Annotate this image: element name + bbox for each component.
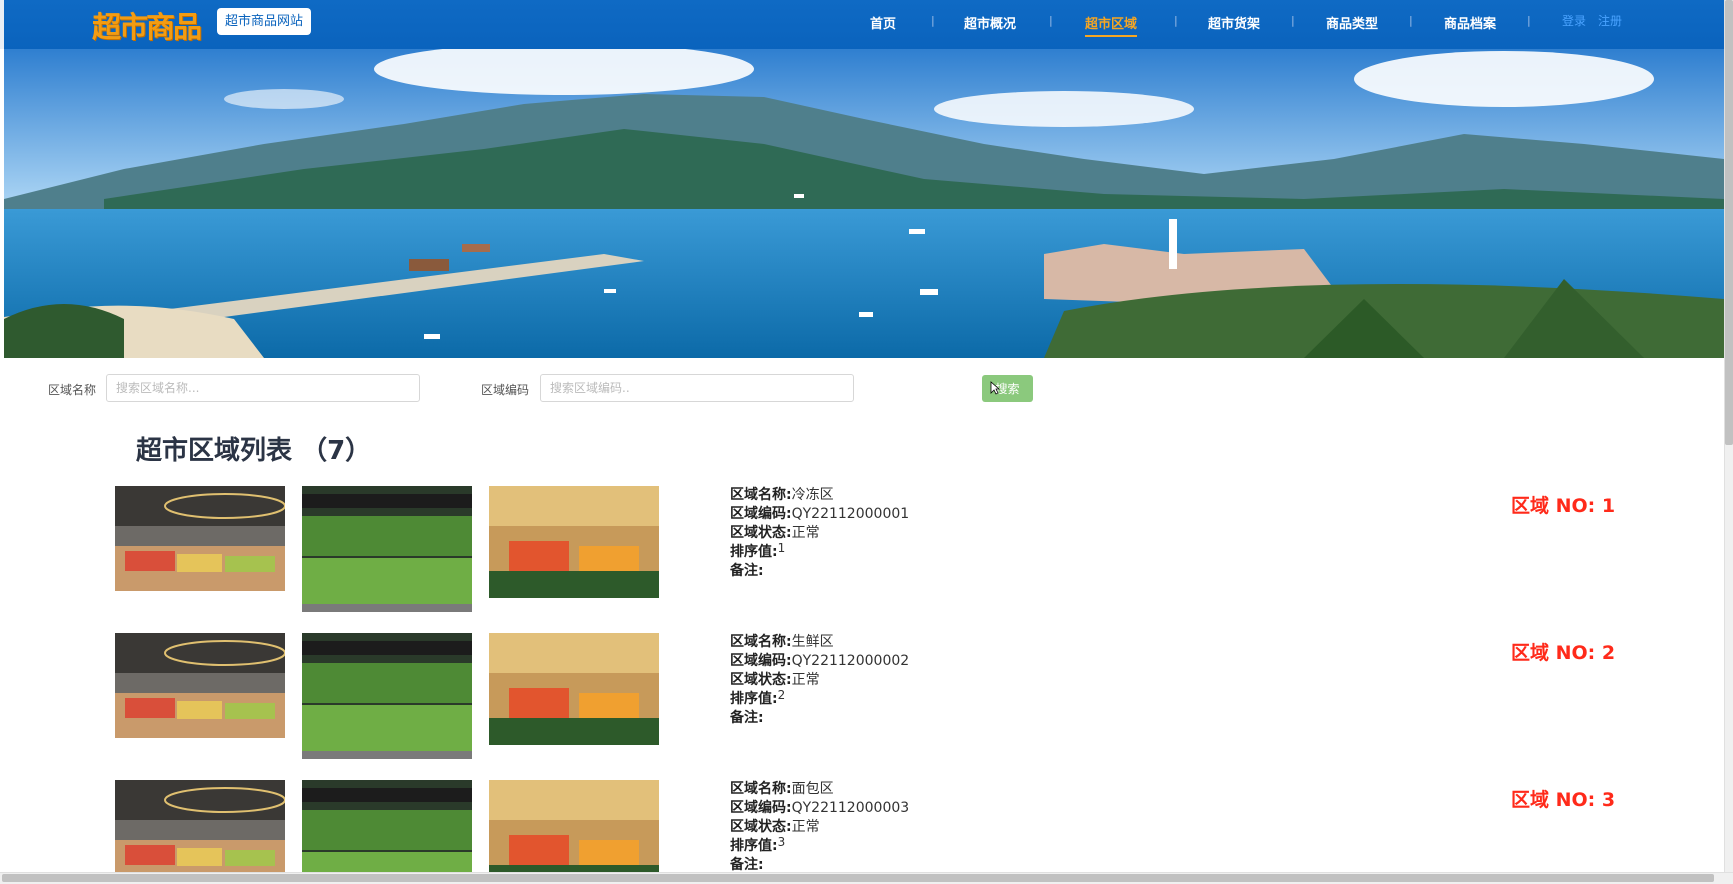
area-sort-line: 排序值:3 — [730, 835, 909, 856]
fruit-store-photo — [115, 486, 285, 591]
nav-separator: | — [1174, 14, 1178, 27]
banner-image — [4, 49, 1724, 358]
vegetable-shelf-photo — [302, 486, 472, 612]
area-image-produce[interactable] — [489, 486, 659, 598]
area-sort-value: 1 — [777, 541, 786, 555]
banner-seascape — [4, 49, 1724, 358]
area-info: 区域名称:面包区 区域编码:QY22112000003 区域状态:正常 排序值:… — [730, 780, 909, 872]
fruit-store-photo — [115, 633, 285, 738]
nav-separator: | — [1049, 14, 1053, 27]
area-name-search-input[interactable] — [106, 374, 420, 402]
top-navbar: 超市商品 超市商品网站 首页 | 超市概况 | 超市区域 | 超市货架 | 商品… — [0, 0, 1724, 49]
area-name-value: 冷冻区 — [791, 487, 834, 503]
area-name-label: 区域名称 — [48, 383, 97, 397]
area-code-value: QY22112000001 — [791, 506, 910, 522]
produce-section-photo — [489, 633, 659, 745]
area-status-line: 区域状态:正常 — [730, 818, 909, 837]
area-sort-key: 排序值: — [730, 838, 778, 854]
area-code-key: 区域编码: — [730, 653, 792, 669]
area-code-key: 区域编码: — [730, 506, 792, 522]
area-list-title-text: 超市区域列表 — [136, 436, 293, 466]
area-number: 区域 NO: 2 — [1511, 642, 1616, 664]
nav-product-types[interactable]: 商品类型 — [1326, 13, 1378, 32]
area-name-key: 区域名称: — [730, 781, 792, 797]
nav-separator: | — [931, 14, 935, 27]
site-logo[interactable]: 超市商品 — [92, 4, 202, 46]
vegetable-shelf-photo — [302, 780, 472, 872]
register-link[interactable]: 注册 — [1598, 12, 1622, 29]
nav-separator: | — [1409, 14, 1413, 27]
area-remark-line: 备注: — [730, 562, 909, 581]
area-status-key: 区域状态: — [730, 672, 792, 688]
vegetable-shelf-photo — [302, 633, 472, 759]
area-status-value: 正常 — [791, 819, 820, 835]
area-list-item: 区域名称:冷冻区 区域编码:QY22112000001 区域状态:正常 排序值:… — [0, 486, 1724, 633]
area-sort-value: 2 — [777, 688, 786, 702]
area-status-line: 区域状态:正常 — [730, 671, 909, 690]
area-status-value: 正常 — [791, 672, 820, 688]
area-list-item: 区域名称:面包区 区域编码:QY22112000003 区域状态:正常 排序值:… — [0, 780, 1724, 872]
area-code-value: QY22112000003 — [791, 800, 910, 816]
area-image-produce[interactable] — [489, 633, 659, 745]
area-code-line: 区域编码:QY22112000001 — [730, 505, 909, 524]
area-image-fruit[interactable] — [115, 780, 285, 872]
produce-section-photo — [489, 780, 659, 872]
nav-overview[interactable]: 超市概况 — [964, 13, 1016, 32]
area-image-fruit[interactable] — [115, 486, 285, 591]
area-status-key: 区域状态: — [730, 525, 792, 541]
area-name-line: 区域名称:生鲜区 — [730, 633, 909, 652]
area-image-vegetable[interactable] — [302, 633, 472, 759]
area-info: 区域名称:生鲜区 区域编码:QY22112000002 区域状态:正常 排序值:… — [730, 633, 909, 728]
area-sort-key: 排序值: — [730, 691, 778, 707]
area-name-value: 生鲜区 — [791, 634, 834, 650]
area-code-line: 区域编码:QY22112000003 — [730, 799, 909, 818]
area-number: 区域 NO: 1 — [1511, 495, 1616, 517]
area-remark-key: 备注: — [730, 710, 764, 726]
area-name-line: 区域名称:冷冻区 — [730, 486, 909, 505]
nav-shelves[interactable]: 超市货架 — [1208, 13, 1260, 32]
area-remark-key: 备注: — [730, 563, 764, 579]
area-status-key: 区域状态: — [730, 819, 792, 835]
area-name-value: 面包区 — [791, 781, 834, 797]
area-code-label: 区域编码 — [481, 383, 530, 397]
area-code-search-input[interactable] — [540, 374, 854, 402]
vertical-scrollbar-thumb[interactable] — [1725, 0, 1733, 445]
area-image-vegetable[interactable] — [302, 780, 472, 872]
site-name-badge: 超市商品网站 — [217, 8, 312, 35]
nav-separator: | — [1291, 14, 1295, 27]
nav-home[interactable]: 首页 — [870, 13, 896, 32]
area-sort-line: 排序值:1 — [730, 541, 909, 562]
area-remark-key: 备注: — [730, 857, 764, 872]
area-info: 区域名称:冷冻区 区域编码:QY22112000001 区域状态:正常 排序值:… — [730, 486, 909, 581]
area-name-key: 区域名称: — [730, 487, 792, 503]
area-number: 区域 NO: 3 — [1511, 789, 1616, 811]
horizontal-scrollbar-thumb[interactable] — [2, 874, 1714, 882]
area-sort-value: 3 — [777, 835, 786, 849]
area-status-value: 正常 — [791, 525, 820, 541]
fruit-store-photo — [115, 780, 285, 872]
area-sort-key: 排序值: — [730, 544, 778, 560]
nav-separator: | — [1527, 14, 1531, 27]
login-link[interactable]: 登录 — [1562, 12, 1586, 29]
area-image-fruit[interactable] — [115, 633, 285, 738]
area-list-title: 超市区域列表 （7） — [136, 430, 371, 467]
area-status-line: 区域状态:正常 — [730, 524, 909, 543]
nav-product-archive[interactable]: 商品档案 — [1444, 13, 1496, 32]
area-list-item: 区域名称:生鲜区 区域编码:QY22112000002 区域状态:正常 排序值:… — [0, 633, 1724, 780]
area-code-line: 区域编码:QY22112000002 — [730, 652, 909, 671]
area-sort-line: 排序值:2 — [730, 688, 909, 709]
mouse-cursor-icon — [990, 381, 1000, 395]
area-name-key: 区域名称: — [730, 634, 792, 650]
area-list-count: （7） — [301, 436, 372, 466]
produce-section-photo — [489, 486, 659, 598]
area-image-produce[interactable] — [489, 780, 659, 872]
area-image-vegetable[interactable] — [302, 486, 472, 612]
nav-areas[interactable]: 超市区域 — [1085, 13, 1138, 37]
area-code-key: 区域编码: — [730, 800, 792, 816]
area-remark-line: 备注: — [730, 856, 909, 872]
area-remark-line: 备注: — [730, 709, 909, 728]
area-name-line: 区域名称:面包区 — [730, 780, 909, 799]
area-code-value: QY22112000002 — [791, 653, 910, 669]
